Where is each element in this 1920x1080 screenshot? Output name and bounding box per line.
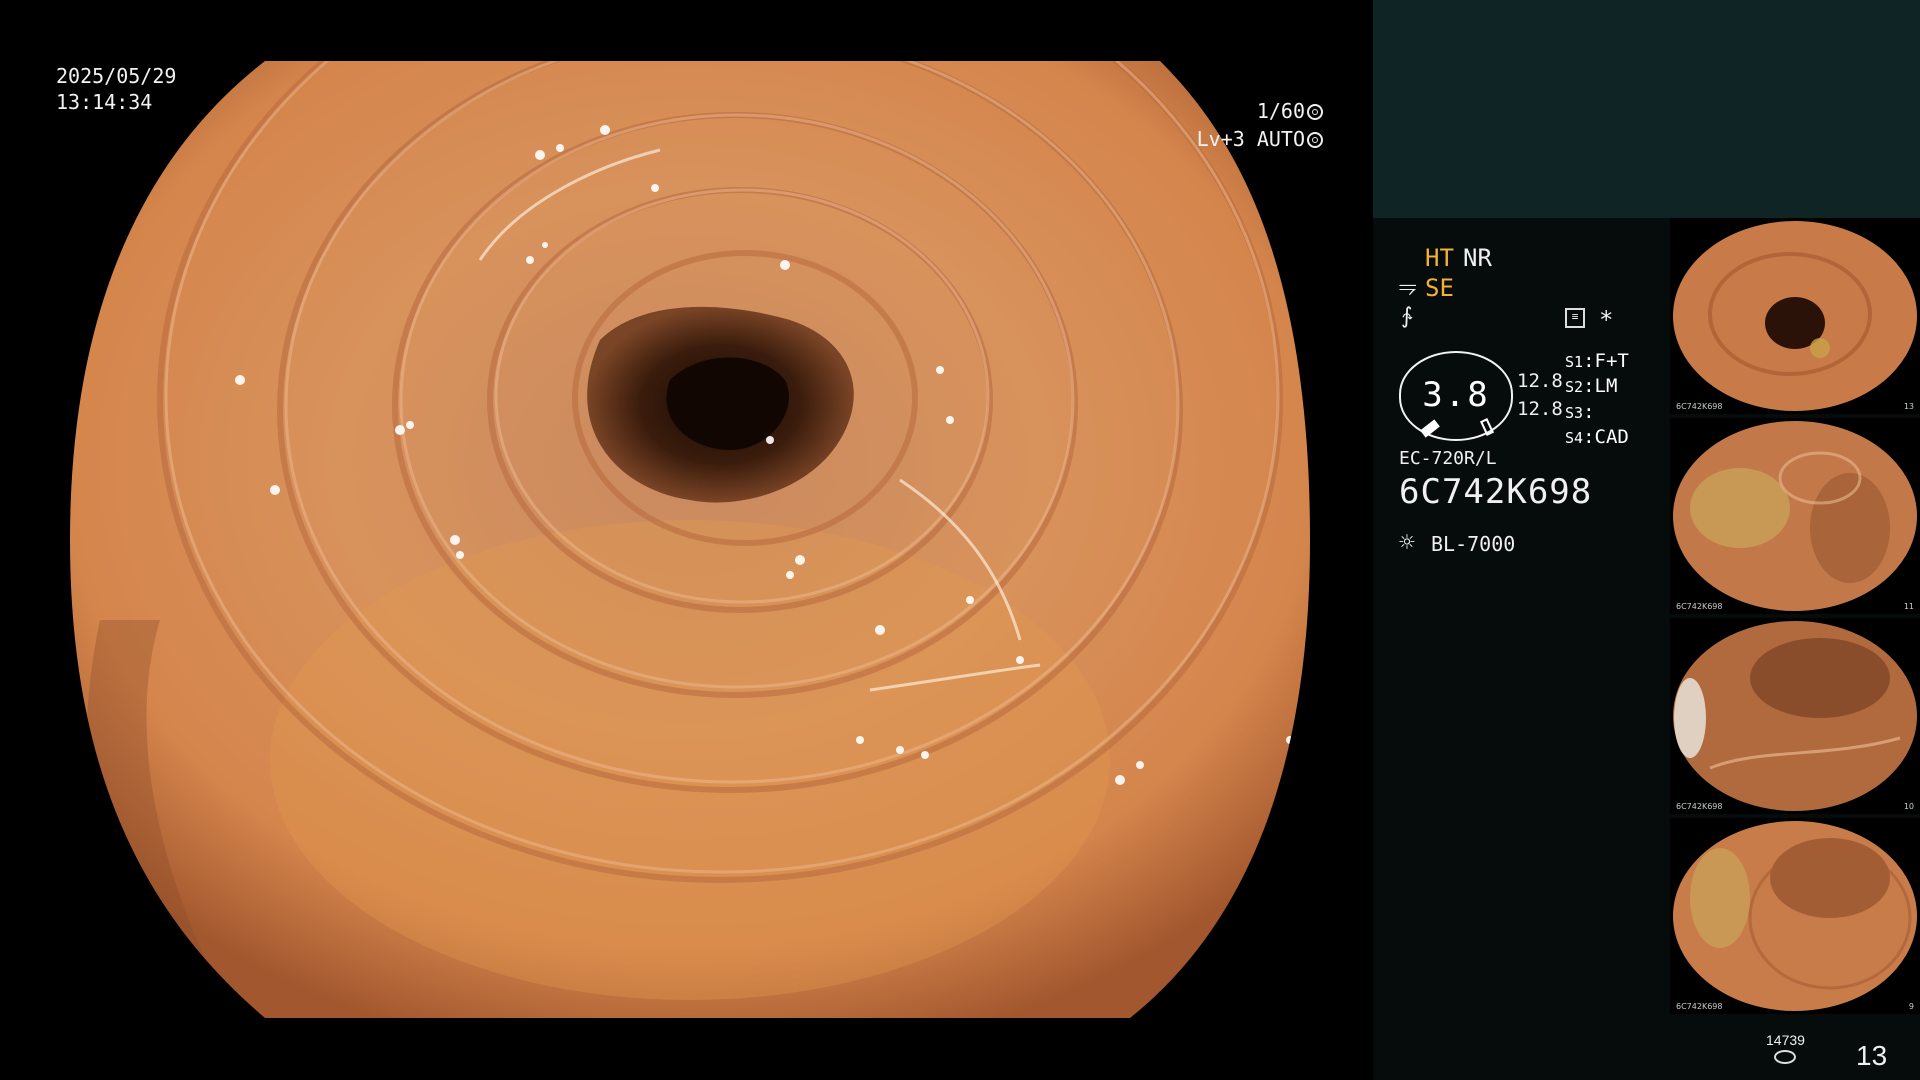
thumbnail-number: 9 (1908, 1002, 1914, 1011)
gauge-left-marker (1420, 419, 1440, 438)
captured-images-strip: 6C742K698 13 6C742K698 11 6C742K698 10 6… (1670, 218, 1920, 1018)
thumbnail-id: 6C742K698 (1676, 1002, 1723, 1011)
endoscope-view: 2025/05/29 13:14:34 1/60 Lv+3 AUTO (0, 0, 1373, 1080)
sun-icon: ☼ (1399, 528, 1415, 558)
gauge-side-value-top: 12.8 (1517, 370, 1563, 392)
brightness-level: Lv+3 (1196, 127, 1245, 151)
pen-icon: ∱ (1401, 304, 1413, 329)
switch-row: S4:CAD (1565, 426, 1629, 448)
mode-nr-label: NR (1463, 244, 1492, 272)
switch-key: S1 (1565, 353, 1584, 371)
thumbnail-id: 6C742K698 (1676, 602, 1723, 611)
captured-image-thumbnail[interactable]: 6C742K698 11 (1670, 418, 1920, 614)
gauge-value: 3.8 (1422, 375, 1490, 415)
time-text: 13:14:34 (56, 90, 153, 114)
date-time-display: 2025/05/29 13:14:34 (56, 63, 176, 115)
scope-model: EC-720R/L (1399, 448, 1497, 469)
endoscope-image (70, 61, 1310, 1018)
shutter-speed: 1/60 (1256, 99, 1305, 123)
thumbnail-image (1673, 821, 1917, 1011)
thumbnail-number: 13 (1903, 402, 1914, 411)
gauge-display: 3.8 (1399, 351, 1513, 441)
image-count: 13 (1856, 1040, 1888, 1071)
patient-info-area (1373, 0, 1920, 218)
switch-value: LM (1594, 375, 1618, 397)
thumbnail-id: 6C742K698 (1676, 802, 1723, 811)
scope-serial-number: 6C742K698 (1399, 472, 1593, 512)
switch-row: S2:LM (1565, 375, 1618, 397)
gauge-side-value-bottom: 12.8 (1517, 398, 1563, 420)
captured-image-thumbnail[interactable]: 6C742K698 9 (1670, 818, 1920, 1014)
date-text: 2025/05/29 (56, 64, 177, 88)
thumbnail-id: 6C742K698 (1676, 402, 1723, 411)
storage-icon (1774, 1050, 1796, 1064)
switch-key: S4 (1565, 429, 1584, 447)
tool-icon: ⥭ (1399, 274, 1417, 299)
captured-image-thumbnail[interactable]: 6C742K698 10 (1670, 618, 1920, 814)
switch-key: S2 (1565, 378, 1584, 396)
captured-image-thumbnail[interactable]: 6C742K698 13 (1670, 218, 1920, 414)
thumbnail-number: 10 (1903, 802, 1914, 811)
thumbnail-number: 11 (1903, 602, 1914, 611)
storage-count: 14739 (1766, 1032, 1805, 1048)
document-icon: ≡ (1565, 308, 1585, 328)
gauge-right-marker (1479, 418, 1495, 436)
status-info-column: HT NR ⥭ SE ∱ ≡ * 3.8 12.8 12.8 S1:F+T S2… (1373, 218, 1668, 1080)
mode-se-label: SE (1425, 274, 1454, 302)
light-source-model: BL-7000 (1431, 532, 1516, 556)
mode-ht-label: HT (1425, 244, 1454, 272)
switch-row: S1:F+T (1565, 350, 1629, 372)
shutter-icon (1307, 104, 1323, 120)
iris-icon (1307, 132, 1323, 148)
shutter-row: 1/60 (1257, 98, 1323, 124)
thumbnail-image (1673, 421, 1917, 611)
switch-value: F+T (1594, 350, 1629, 372)
switch-row: S3: (1565, 401, 1595, 423)
thumbnail-image (1673, 221, 1917, 411)
switch-value: CAD (1594, 426, 1629, 448)
switch-key: S3 (1565, 404, 1584, 422)
asterisk-icon: * (1599, 306, 1614, 334)
exposure-row: Lv+3 AUTO (1197, 126, 1323, 152)
thumbnail-image (1673, 621, 1917, 811)
exposure-mode: AUTO (1256, 127, 1305, 151)
